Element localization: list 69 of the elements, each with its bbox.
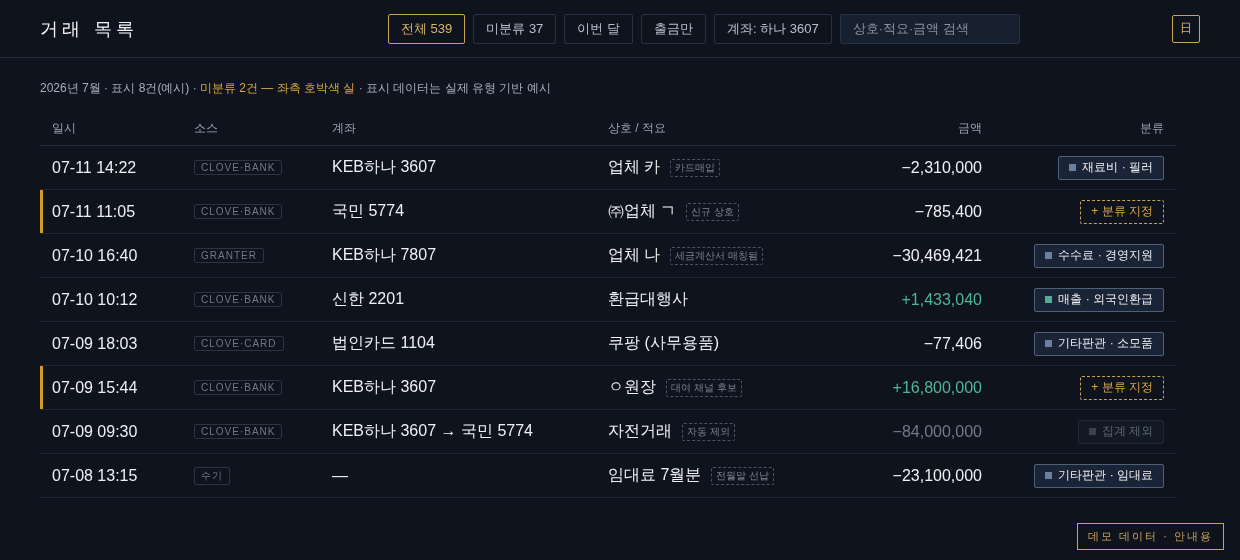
column-header: 금액 (958, 119, 982, 137)
note-tag: 전월말 선납 (711, 466, 775, 485)
category-button[interactable]: 수수료 · 경영지원 (1034, 243, 1164, 268)
filter-chip[interactable]: 미분류 37 (473, 13, 557, 44)
source-tag: 수기 (194, 466, 230, 485)
filter-chip[interactable]: 계좌: 하나 3607 (714, 13, 832, 44)
source-tag: CLOVE·BANK (194, 292, 283, 307)
note-tag: 세금계산서 매칭됨 (670, 246, 764, 265)
assign-category-button[interactable]: + 분류 지정 (1080, 375, 1164, 400)
note-tag: 자동 제외 (682, 422, 735, 441)
date-time: 07-09 15:44 (52, 378, 138, 397)
category-button[interactable]: 재료비 · 필러 (1058, 155, 1164, 180)
source-tag: CLOVE·BANK (194, 204, 283, 219)
column-header: 상호 / 적요 (608, 119, 666, 137)
merchant-name: ㅇ원장 (608, 377, 656, 397)
filter-chip[interactable]: 이번 달 (564, 13, 633, 44)
note-tag: 카드매입 (670, 158, 721, 177)
source-tag: CLOVE·CARD (194, 336, 284, 351)
category-button[interactable]: 기타판관 · 소모품 (1034, 331, 1164, 356)
column-header: 분류 (1140, 119, 1164, 137)
account-name: KEB하나 3607 (332, 377, 437, 397)
column-header: 계좌 (332, 119, 356, 137)
amount: −785,400 (914, 202, 982, 221)
assign-category-button[interactable]: + 분류 지정 (1080, 199, 1164, 224)
amount: −77,406 (923, 334, 982, 353)
page-title: 거래 목록 (40, 16, 138, 41)
merchant-name: 업체 카 (608, 157, 661, 177)
account-name: KEB하나 7807 (332, 245, 437, 265)
account-name: 법인카드 1104 (332, 333, 435, 353)
search-field[interactable]: 상호·적요·금액 검색 (839, 13, 1020, 44)
demo-badge: 데모 데이터 · 안내용 (1077, 523, 1224, 550)
account-name: 신한 2201 (332, 289, 405, 309)
date-time: 07-11 14:22 (52, 158, 137, 177)
amount: −30,469,421 (892, 246, 982, 265)
filter-chip[interactable]: 출금만 (641, 13, 706, 44)
amount: +1,433,040 (901, 290, 982, 309)
source-tag: CLOVE·BANK (194, 380, 283, 395)
summary-text: 2026년 7월 · 표시 8건(예시) · 미분류 2건 — 좌측 호박색 실 · 표시 데이터는 실제 유형 기반 예시 (40, 80, 552, 97)
merchant-name: 업체 나 (608, 245, 661, 265)
amount: −2,310,000 (901, 158, 982, 177)
source-tag: CLOVE·BANK (194, 160, 283, 175)
note-tag: 대여 채널 후보 (666, 378, 742, 397)
note-tag: 신규 상호 (686, 202, 740, 221)
merchant-name: 환급대행사 (608, 289, 688, 309)
amount: +16,800,000 (892, 378, 982, 397)
date-time: 07-09 09:30 (52, 422, 138, 441)
category-button[interactable]: 기타판관 · 임대료 (1034, 463, 1164, 488)
column-header: 소스 (194, 119, 218, 137)
date-time: 07-08 13:15 (52, 466, 138, 485)
source-tag: GRANTER (194, 248, 264, 263)
date-time: 07-10 16:40 (52, 246, 138, 265)
filter-chip[interactable]: 전체 539 (387, 13, 466, 44)
account-name: KEB하나 3607 → 국민 5774 (332, 421, 533, 441)
date-time: 07-09 18:03 (52, 334, 138, 353)
merchant-name: ㈜업체 ㄱ (608, 201, 677, 221)
merchant-name: 자전거래 (608, 421, 672, 441)
merchant-name: 쿠팡 (사무용품) (608, 333, 720, 353)
date-time: 07-11 11:05 (52, 202, 136, 221)
account-name: 국민 5774 (332, 201, 405, 221)
account-name: — (332, 466, 348, 485)
amount: −23,100,000 (892, 466, 982, 485)
category-button[interactable]: 매출 · 외국인환급 (1034, 287, 1164, 312)
account-name: KEB하나 3607 (332, 157, 437, 177)
column-header: 일시 (52, 119, 76, 137)
source-tag: CLOVE·BANK (194, 424, 283, 439)
amount: −84,000,000 (892, 422, 982, 441)
date-time: 07-10 10:12 (52, 290, 138, 309)
merchant-name: 임대료 7월분 (608, 465, 702, 485)
calendar-button[interactable]: 日 (1172, 14, 1200, 43)
